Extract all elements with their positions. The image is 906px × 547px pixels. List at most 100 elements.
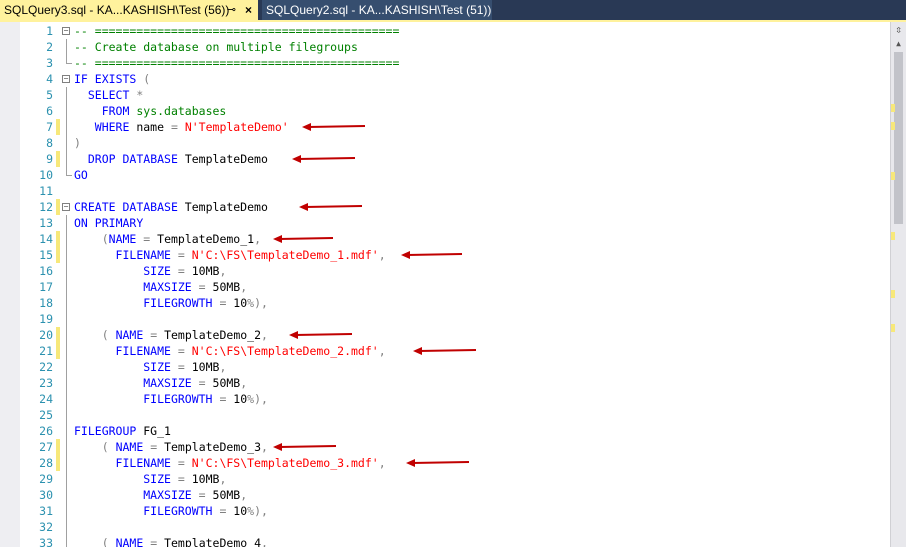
scroll-up-arrow-icon[interactable]: ▲ bbox=[891, 38, 906, 50]
collapse-region-icon[interactable]: − bbox=[62, 203, 70, 211]
code-text: ( NAME = TemplateDemo 4, bbox=[101, 536, 268, 547]
code-line[interactable]: 13 ON PRIMARY bbox=[0, 215, 890, 231]
code-line[interactable]: 22 SIZE = 10MB, bbox=[0, 359, 890, 375]
code-text: ( NAME = TemplateDemo_2, bbox=[101, 328, 268, 342]
line-number: 24 bbox=[39, 392, 53, 406]
code-line[interactable]: 9 DROP DATABASE TemplateDemo bbox=[0, 151, 890, 167]
change-marker bbox=[56, 327, 60, 343]
line-number: 23 bbox=[39, 376, 53, 390]
overview-change-marker bbox=[891, 122, 895, 130]
line-number: 4 bbox=[46, 72, 53, 86]
code-line[interactable]: 16 SIZE = 10MB, bbox=[0, 263, 890, 279]
fold-region-line bbox=[66, 503, 67, 519]
line-number: 6 bbox=[46, 104, 53, 118]
line-number: 14 bbox=[39, 232, 53, 246]
code-line[interactable]: 33 ( NAME = TemplateDemo 4, bbox=[0, 535, 890, 547]
fold-region-line bbox=[66, 39, 67, 55]
line-number: 7 bbox=[46, 120, 53, 134]
code-line[interactable]: 28 FILENAME = N'C:\FS\TemplateDemo_3.mdf… bbox=[0, 455, 890, 471]
code-line[interactable]: 24 FILEGROWTH = 10%), bbox=[0, 391, 890, 407]
code-line[interactable]: 3 -- ====================================… bbox=[0, 55, 890, 71]
line-number: 1 bbox=[46, 24, 53, 38]
code-text: MAXSIZE = 50MB, bbox=[143, 488, 248, 502]
line-number: 11 bbox=[39, 184, 53, 198]
code-line[interactable]: 32 bbox=[0, 519, 890, 535]
code-line[interactable]: 7 WHERE name = N'TemplateDemo' bbox=[0, 119, 890, 135]
change-marker bbox=[56, 439, 60, 455]
code-text: FILEGROWTH = 10%), bbox=[143, 504, 268, 518]
code-text: FILENAME = N'C:\FS\TemplateDemo_2.mdf', bbox=[115, 344, 386, 358]
fold-region-line bbox=[66, 135, 67, 151]
fold-region-line bbox=[66, 535, 67, 547]
code-text: ) bbox=[74, 136, 81, 150]
collapse-region-icon[interactable]: − bbox=[62, 75, 70, 83]
code-line[interactable]: 1 − -- ===================================… bbox=[0, 23, 890, 39]
fold-region-line bbox=[66, 327, 67, 343]
fold-region-line bbox=[66, 439, 67, 455]
line-number: 10 bbox=[39, 168, 53, 182]
fold-region-line bbox=[66, 215, 67, 231]
code-line[interactable]: 2 -- Create database on multiple filegrou… bbox=[0, 39, 890, 55]
code-line[interactable]: 25 bbox=[0, 407, 890, 423]
fold-region-line bbox=[66, 471, 67, 487]
change-marker bbox=[56, 247, 60, 263]
code-line[interactable]: 30 MAXSIZE = 50MB, bbox=[0, 487, 890, 503]
tab-sqlquery2[interactable]: SQLQuery2.sql - KA...KASHISH\Test (51)) bbox=[262, 0, 492, 20]
line-number: 29 bbox=[39, 472, 53, 486]
code-line[interactable]: 11 bbox=[0, 183, 890, 199]
fold-region-line bbox=[66, 295, 67, 311]
code-line[interactable]: 26 FILEGROUP FG_1 bbox=[0, 423, 890, 439]
tab-sqlquery3[interactable]: SQLQuery3.sql - KA...KASHISH\Test (56)) … bbox=[0, 0, 258, 20]
code-text: CREATE DATABASE TemplateDemo bbox=[74, 200, 268, 214]
code-line[interactable]: 4 − IF EXISTS ( bbox=[0, 71, 890, 87]
code-line[interactable]: 5 SELECT * bbox=[0, 87, 890, 103]
code-line[interactable]: 18 FILEGROWTH = 10%), bbox=[0, 295, 890, 311]
split-window-icon[interactable]: ⇳ bbox=[891, 23, 906, 37]
code-line[interactable]: 20 ( NAME = TemplateDemo_2, bbox=[0, 327, 890, 343]
code-editor[interactable]: 1− -- ===================================… bbox=[0, 22, 906, 547]
code-line[interactable]: 17 MAXSIZE = 50MB, bbox=[0, 279, 890, 295]
code-line[interactable]: 14 (NAME = TemplateDemo_1, bbox=[0, 231, 890, 247]
code-text: MAXSIZE = 50MB, bbox=[143, 280, 248, 294]
change-marker bbox=[56, 151, 60, 167]
code-line[interactable]: 23 MAXSIZE = 50MB, bbox=[0, 375, 890, 391]
code-line[interactable]: 8) bbox=[0, 135, 890, 151]
line-number: 25 bbox=[39, 408, 53, 422]
code-text: WHERE name = N'TemplateDemo' bbox=[94, 120, 289, 134]
overview-change-marker bbox=[891, 104, 895, 112]
code-line[interactable]: 15 FILENAME = N'C:\FS\TemplateDemo_1.mdf… bbox=[0, 247, 890, 263]
collapse-region-icon[interactable]: − bbox=[62, 27, 70, 35]
code-line[interactable]: 29 SIZE = 10MB, bbox=[0, 471, 890, 487]
fold-region-line bbox=[66, 391, 67, 407]
code-line[interactable]: 10 GO bbox=[0, 167, 890, 183]
code-text: SIZE = 10MB, bbox=[143, 360, 227, 374]
line-number: 22 bbox=[39, 360, 53, 374]
vertical-scrollbar[interactable]: ⇳ ▲ bbox=[890, 22, 906, 547]
code-text: SELECT * bbox=[87, 88, 144, 102]
overview-change-marker bbox=[891, 232, 895, 240]
code-text: MAXSIZE = 50MB, bbox=[143, 376, 248, 390]
code-text: (NAME = TemplateDemo_1, bbox=[101, 232, 262, 246]
line-number: 13 bbox=[39, 216, 53, 230]
ssms-query-editor-window: SQLQuery3.sql - KA...KASHISH\Test (56)) … bbox=[0, 0, 906, 547]
code-text: ON PRIMARY bbox=[74, 216, 144, 230]
tab-label: SQLQuery3.sql - KA...KASHISH\Test (56)) bbox=[4, 3, 230, 17]
code-line[interactable]: 31 FILEGROWTH = 10%), bbox=[0, 503, 890, 519]
code-line[interactable]: 6 FROM sys.databases bbox=[0, 103, 890, 119]
close-icon[interactable]: × bbox=[245, 0, 252, 20]
fold-region-line bbox=[66, 519, 67, 535]
code-line[interactable]: 27 ( NAME = TemplateDemo_3, bbox=[0, 439, 890, 455]
overview-change-marker bbox=[891, 324, 895, 332]
line-number: 9 bbox=[46, 152, 53, 166]
line-number: 5 bbox=[46, 88, 53, 102]
code-line[interactable]: 21 FILENAME = N'C:\FS\TemplateDemo_2.mdf… bbox=[0, 343, 890, 359]
code-text: GO bbox=[74, 168, 88, 182]
fold-region-line bbox=[66, 87, 67, 103]
code-text: FILEGROUP FG_1 bbox=[74, 424, 171, 438]
code-text: FILEGROWTH = 10%), bbox=[143, 392, 268, 406]
scrollbar-thumb[interactable] bbox=[894, 52, 903, 224]
fold-region-line bbox=[66, 375, 67, 391]
pin-icon[interactable]: ⊸ bbox=[227, 0, 236, 20]
code-line[interactable]: 12 − CREATE DATABASE TemplateDemo bbox=[0, 199, 890, 215]
code-line[interactable]: 19 bbox=[0, 311, 890, 327]
